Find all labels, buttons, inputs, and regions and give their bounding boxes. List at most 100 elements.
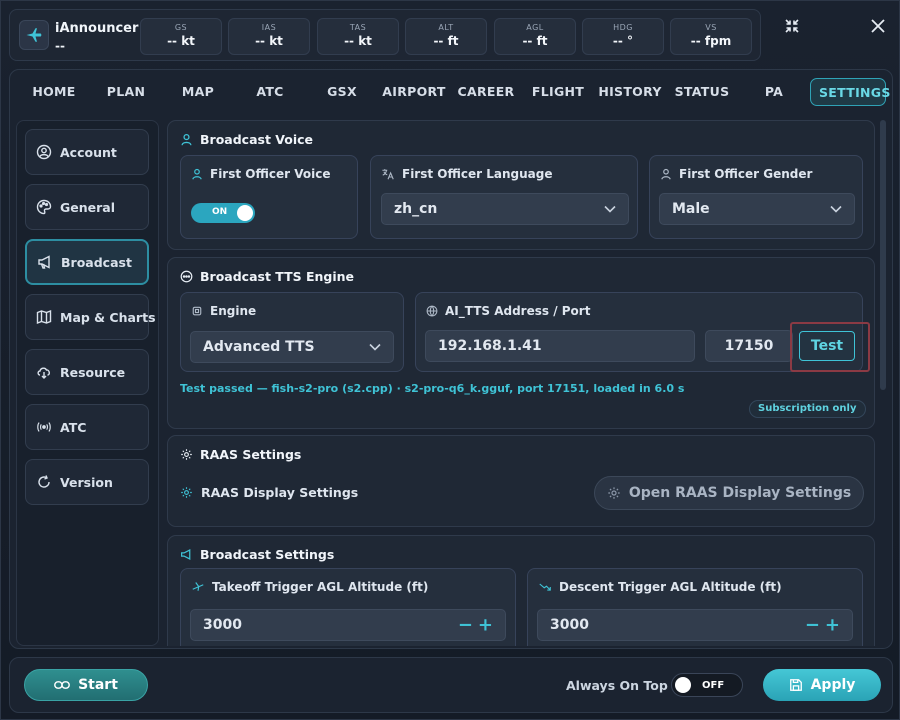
chat-bubble-icon [180,270,193,283]
main-panel: HOME PLAN MAP ATC GSX AIRPORT CAREER FLI… [9,69,893,649]
descent-altitude-input[interactable]: 3000 − + [537,609,853,641]
sidebar-item-label: ATC [60,419,87,435]
increment-button[interactable]: + [825,615,840,636]
button-label: Open RAAS Display Settings [628,485,852,501]
button-label: Apply [810,677,856,693]
stat-value: -- kt [167,34,195,48]
section-title: Broadcast Voice [180,132,313,147]
sidebar-item-version[interactable]: Version [25,459,149,505]
tab-flight[interactable]: FLIGHT [522,78,594,106]
stat-label: HDG [613,23,633,32]
stat-value: -- ft [522,34,548,48]
start-button[interactable]: Start [24,669,148,701]
collapse-icon[interactable] [780,14,804,38]
chip-icon [192,306,202,316]
decrement-button[interactable]: − [458,615,473,636]
takeoff-altitude-input[interactable]: 3000 − + [190,609,506,641]
gear-icon [608,487,620,499]
descent-trigger-card: Descent Trigger AGL Altitude (ft) 3000 −… [527,568,863,646]
fo-voice-toggle[interactable]: ON [191,203,255,223]
select-value: zh_cn [394,201,438,217]
sidebar-item-label: Version [60,474,113,490]
scrollbar-thumb[interactable] [880,120,886,390]
tab-pa[interactable]: PA [738,78,810,106]
fo-language-label: First Officer Language [402,167,553,181]
sidebar-item-label: Map & Charts [60,309,156,325]
person-icon [661,168,671,180]
section-title: Broadcast TTS Engine [180,269,354,284]
engine-select[interactable]: Advanced TTS [190,331,394,363]
tab-plan[interactable]: PLAN [90,78,162,106]
chevron-down-icon [369,343,381,351]
stat-hdg: HDG -- ° [582,18,664,55]
tab-history[interactable]: HISTORY [594,78,666,106]
stat-label: TAS [349,23,367,32]
stat-label: GS [174,23,188,32]
stat-value: -- ft [433,34,459,48]
plane-icon [19,20,49,50]
fo-gender-label: First Officer Gender [679,167,813,181]
stat-gs: GS -- kt [140,18,222,55]
globe-icon [426,305,438,317]
content-scrollbar[interactable] [880,120,886,646]
megaphone-icon [181,549,191,560]
tab-gsx[interactable]: GSX [306,78,378,106]
descent-icon [539,583,551,591]
stat-vs: VS -- fpm [670,18,752,55]
input-value: 3000 [550,617,589,633]
sidebar-item-label: Resource [60,364,126,380]
increment-button[interactable]: + [478,615,493,636]
person-icon [181,133,192,146]
tts-host-input[interactable]: 192.168.1.41 [425,330,695,362]
sidebar-item-account[interactable]: Account [25,129,149,175]
sidebar-item-map-charts[interactable]: Map & Charts [25,294,156,340]
broadcast-voice-section: Broadcast Voice First Officer Voice ON F… [167,120,875,250]
stat-alt: ALT -- ft [405,18,487,55]
close-icon[interactable] [866,14,890,38]
tab-bar: HOME PLAN MAP ATC GSX AIRPORT CAREER FLI… [18,76,890,108]
tts-port-input[interactable]: 17150 [705,330,793,362]
tab-atc[interactable]: ATC [234,78,306,106]
tts-address-label: AI_TTS Address / Port [445,304,591,318]
input-value: 3000 [203,617,242,633]
stat-agl: AGL -- ft [494,18,576,55]
toggle-knob [675,677,691,693]
person-icon [192,168,202,180]
decrement-button[interactable]: − [805,615,820,636]
stat-value: -- ° [612,34,634,48]
sidebar-item-resource[interactable]: Resource [25,349,149,395]
stat-label: AGL [526,23,544,32]
chevron-down-icon [604,205,616,213]
tab-home[interactable]: HOME [18,78,90,106]
apply-button[interactable]: Apply [763,669,881,701]
tab-airport[interactable]: AIRPORT [378,78,450,106]
palette-icon [36,199,52,215]
stat-value: -- kt [344,34,372,48]
test-button[interactable]: Test [799,331,855,361]
descent-label: Descent Trigger AGL Altitude (ft) [559,580,782,594]
cloud-download-icon [36,364,52,380]
raas-display-label: RAAS Display Settings [180,485,358,500]
always-on-top-label: Always On Top [566,678,668,693]
tab-career[interactable]: CAREER [450,78,522,106]
refresh-icon [36,474,52,490]
sidebar-item-label: General [60,199,115,215]
takeoff-icon [192,582,204,591]
tab-map[interactable]: MAP [162,78,234,106]
fo-language-select[interactable]: zh_cn [381,193,629,225]
fo-gender-select[interactable]: Male [659,193,855,225]
takeoff-label: Takeoff Trigger AGL Altitude (ft) [212,580,429,594]
sidebar-item-general[interactable]: General [25,184,149,230]
sidebar-item-atc[interactable]: ATC [25,404,149,450]
stat-label: IAS [261,23,277,32]
always-on-top-toggle[interactable]: OFF [671,673,743,697]
sidebar-item-broadcast[interactable]: Broadcast [25,239,149,285]
tab-settings[interactable]: SETTINGS [810,78,890,106]
tab-status[interactable]: STATUS [666,78,738,106]
gear-icon [181,487,192,498]
open-raas-display-button[interactable]: Open RAAS Display Settings [594,476,864,510]
select-value: Male [672,201,710,217]
sidebar-item-label: Account [60,144,117,160]
fo-gender-card: First Officer Gender Male [649,155,863,239]
tts-test-status: Test passed — fish-s2-pro (s2.cpp) · s2-… [180,382,685,395]
